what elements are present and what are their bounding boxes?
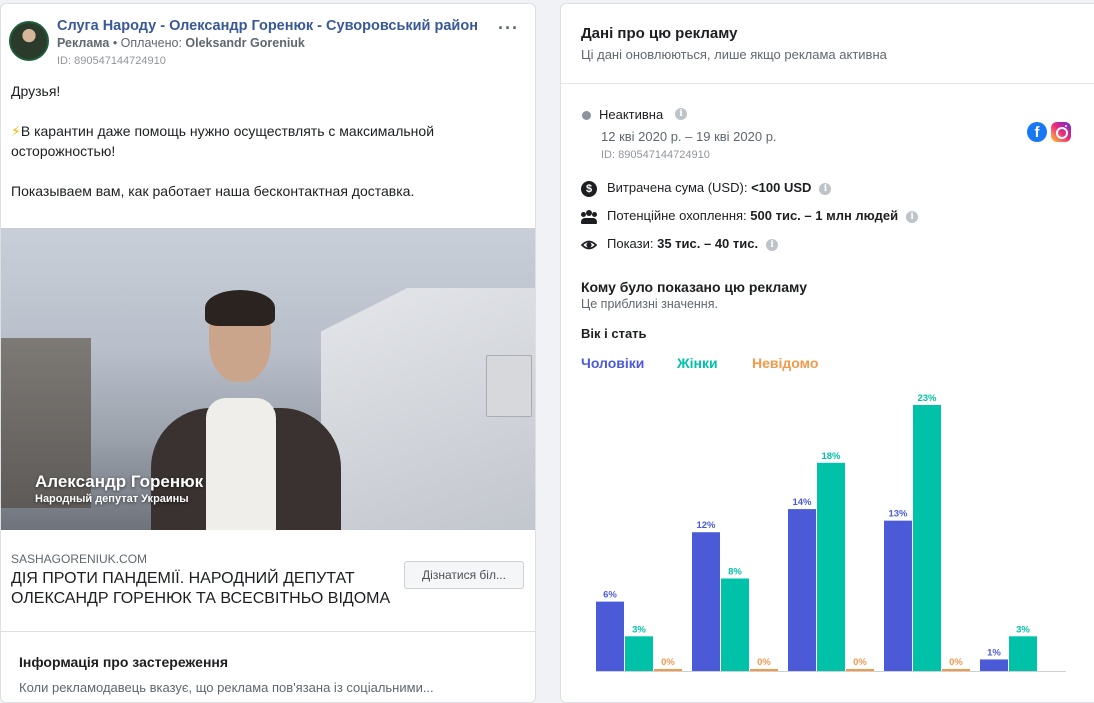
video-person-hair [205,290,275,326]
people-icon [581,209,597,225]
video-caption-name: Александр Горенюк [35,472,204,491]
status-label: Неактивна [599,107,664,122]
reach-label: Потенційне охоплення: [607,208,747,223]
link-headline[interactable]: ДІЯ ПРОТИ ПАНДЕМІЇ. НАРОДНИЙ ДЕПУТАТ ОЛЕ… [11,569,401,609]
ad-meta-line: Реклама • Оплачено: Oleksandr Goreniuk [57,36,305,50]
info-icon[interactable]: i [819,182,832,195]
info-icon[interactable]: i [766,238,779,251]
bar-value-label: 8% [728,566,742,577]
video-caption-title: Народный депутат Украины [35,493,189,505]
legend-women-toggle[interactable]: Жінки [677,355,718,371]
info-icon[interactable]: i [675,108,687,120]
legend-men-toggle[interactable]: Чоловіки [581,355,644,371]
spend-value: <100 USD [751,180,812,195]
bar-value-label: 13% [888,509,908,520]
bar-unknown[interactable] [654,669,682,671]
video-ac-unit [486,355,532,417]
bar-unknown[interactable] [846,669,874,671]
run-dates: 12 кві 2020 р. – 19 кві 2020 р. [601,129,777,144]
divider [561,83,1094,84]
bar-value-label: 1% [987,647,1001,658]
bar-men[interactable] [884,520,912,671]
eye-icon [580,237,598,253]
bar-men[interactable] [788,509,816,671]
bar-women[interactable] [817,462,845,671]
post-line: Показываем вам, как работает наша бескон… [11,183,415,199]
bar-unknown[interactable] [750,669,778,671]
post-body: Друзья! ⚡В карантин даже помощь нужно ос… [11,81,511,221]
ad-id-label: ID: 890547144724910 [601,149,710,161]
ad-id-label: ID: 890547144724910 [57,55,166,67]
more-options-icon[interactable]: ··· [498,18,519,39]
post-line-text: В карантин даже помощь нужно осуществлят… [11,123,435,159]
age-gender-label: Вік і стать [581,326,647,341]
legend-unknown-toggle[interactable]: Невідомо [752,355,818,371]
bar-value-label: 0% [949,657,963,668]
bar-value-label: 0% [757,657,771,668]
audience-subtitle: Це приблизні значення. [581,297,718,311]
ad-video[interactable]: Александр Горенюк Народный депутат Украи… [1,228,535,530]
bar-men[interactable] [980,659,1008,671]
bar-value-label: 3% [1016,624,1030,635]
bar-value-label: 3% [632,624,646,635]
link-domain[interactable]: SASHAGORENIUK.COM [11,552,147,566]
payer-name: Oleksandr Goreniuk [185,36,305,50]
bar-value-label: 6% [603,590,617,601]
bar-value-label: 0% [661,657,675,668]
disclaimer-heading: Інформація про застереження [19,654,229,670]
reach-value: 500 тис. – 1 млн людей [750,208,899,223]
bar-men[interactable] [596,601,624,671]
bar-women[interactable] [721,578,749,671]
divider [1,631,535,632]
bar-women[interactable] [913,405,941,671]
post-line: ⚡В карантин даже помощь нужно осуществля… [11,121,511,161]
page-avatar[interactable] [9,21,49,61]
bar-value-label: 18% [821,451,841,462]
audience-title: Кому було показано цю рекламу [581,279,808,295]
details-title: Дані про цю рекламу [581,25,738,42]
ad-preview-card: Слуга Народу - Олександр Горенюк - Сувор… [0,3,536,703]
sponsored-label: Реклама [57,36,110,50]
paid-by-prefix: • Оплачено: [112,36,182,50]
details-subtitle: Ці дані оновлюються, лише якщо реклама а… [581,47,887,62]
impressions-row: Покази: 35 тис. – 40 тис. i [580,236,779,253]
video-person-sweater [206,398,276,530]
status-dot-icon [582,111,591,120]
facebook-icon: f [1027,122,1047,142]
post-line: Друзья! [11,83,61,99]
bar-value-label: 12% [696,520,716,531]
impressions-label: Покази: [607,236,654,251]
bar-value-label: 23% [917,393,937,404]
reach-row: Потенційне охоплення: 500 тис. – 1 млн л… [581,208,919,225]
spend-row: $ Витрачена сума (USD): <100 USD i [581,180,832,197]
page-name-link[interactable]: Слуга Народу - Олександр Горенюк - Сувор… [57,18,478,34]
bar-men[interactable] [692,532,720,671]
bar-women[interactable] [625,636,653,671]
learn-more-button[interactable]: Дізнатися біл... [404,561,524,589]
ad-details-card: Дані про цю рекламу Ці дані оновлюються,… [560,3,1094,703]
info-icon[interactable]: i [906,210,919,223]
instagram-icon [1051,122,1071,142]
bar-unknown[interactable] [942,669,970,671]
impressions-value: 35 тис. – 40 тис. [657,236,759,251]
bar-value-label: 0% [853,657,867,668]
dollar-icon: $ [581,180,597,197]
bar-women[interactable] [1009,636,1037,671]
bar-value-label: 14% [792,497,812,508]
disclaimer-text: Коли рекламодавець вказує, що реклама по… [19,680,434,695]
lightning-icon: ⚡ [11,123,21,139]
spend-label: Витрачена сума (USD): [607,180,748,195]
age-gender-chart: 6% 3% 0% 12% 8% 0% 14% 18% 0% 13% 23% 0% 1% 3% [596,393,1066,672]
